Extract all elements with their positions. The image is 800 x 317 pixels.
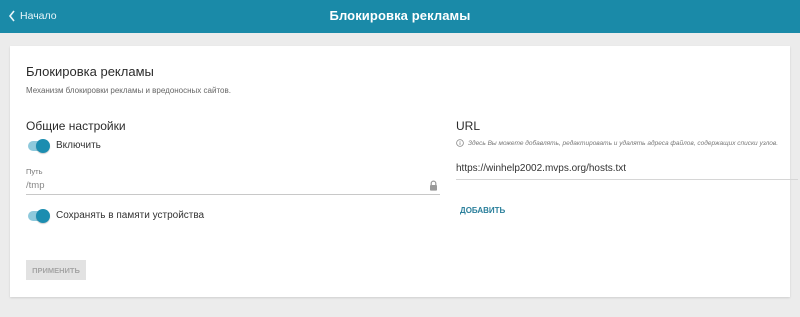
enable-toggle-label: Включить xyxy=(56,140,101,151)
save-to-memory-toggle[interactable] xyxy=(28,209,50,223)
info-icon xyxy=(456,139,464,147)
path-input[interactable] xyxy=(26,177,440,195)
apply-button[interactable]: ПРИМЕНИТЬ xyxy=(26,260,86,280)
url-info-row: Здесь Вы можете добавлять, редактировать… xyxy=(456,139,778,147)
toggle-knob xyxy=(36,139,50,153)
settings-card: Блокировка рекламы Механизм блокировки р… xyxy=(10,46,798,297)
card-description: Механизм блокировки рекламы и вредоносны… xyxy=(26,86,231,95)
enable-toggle[interactable] xyxy=(28,139,50,153)
url-list-item[interactable]: https://winhelp2002.mvps.org/hosts.txt xyxy=(456,159,798,180)
url-section-title: URL xyxy=(456,119,481,133)
top-bar: Начало Блокировка рекламы xyxy=(0,0,800,33)
url-info-text: Здесь Вы можете добавлять, редактировать… xyxy=(468,139,779,147)
page-title: Блокировка рекламы xyxy=(329,8,471,23)
card-title: Блокировка рекламы xyxy=(26,64,154,79)
lock-icon xyxy=(430,180,437,191)
general-settings-title: Общие настройки xyxy=(26,119,126,133)
save-to-memory-label: Сохранять в памяти устройства xyxy=(56,210,205,221)
path-field-label: Путь xyxy=(26,167,43,176)
add-url-button[interactable]: ДОБАВИТЬ xyxy=(460,206,505,215)
toggle-knob xyxy=(36,209,50,223)
